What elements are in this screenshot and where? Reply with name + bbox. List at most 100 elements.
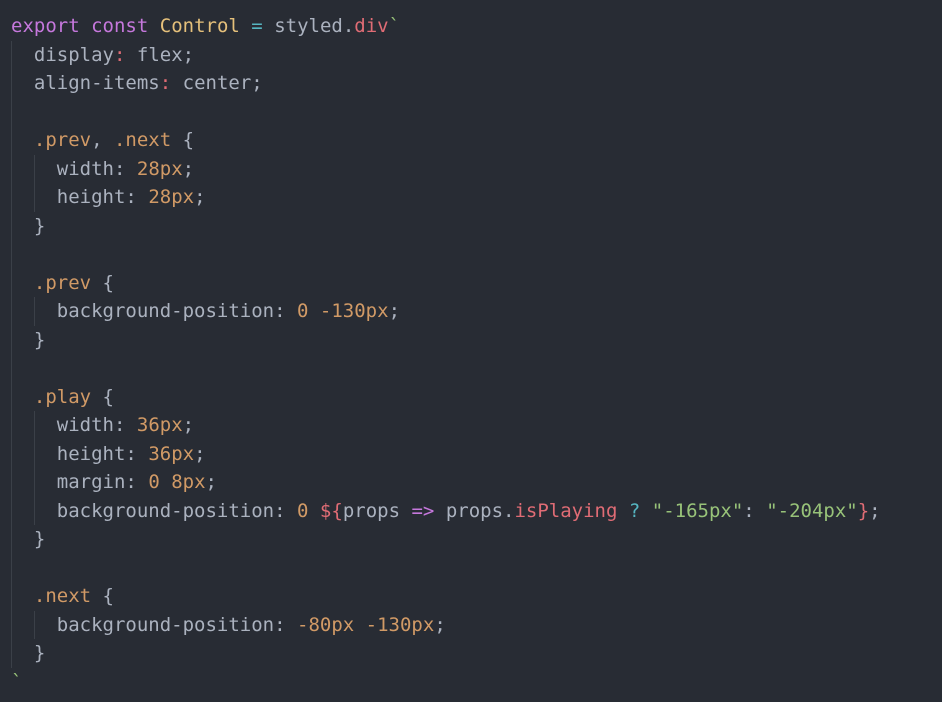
close-brace: } [33,528,46,550]
code-line-24: ` [0,668,942,697]
code-line-4 [0,97,942,126]
css-property: width [56,157,114,180]
open-brace: { [102,385,114,408]
css-selector-prev: .prev [33,271,92,294]
css-value: -130px [319,300,389,322]
ternary-colon: : [743,499,755,522]
colon: : [125,186,137,208]
dot: . [342,15,355,37]
css-selector-play: .play [33,385,92,408]
is-playing-member: isPlaying [514,499,618,522]
semicolon: ; [194,442,206,465]
indent-guide [11,525,12,554]
code-line-12: } [0,325,942,354]
indent-guide [11,154,12,183]
semicolon: ; [388,300,401,322]
props-object: props [445,499,504,522]
comma: , [91,129,114,151]
indent-guide [34,610,35,639]
indent-guide [11,183,12,212]
component-name: Control [159,15,240,37]
template-close: ` [11,670,23,693]
indent-guide [11,297,12,326]
code-line-11: background-position: 0 -130px; [0,297,942,326]
css-property: width [56,414,114,436]
css-value: center [182,72,252,94]
css-property: height [56,186,126,208]
css-value: 0 [297,499,309,522]
semicolon: ; [251,72,263,94]
indent-guide [11,268,12,297]
dot: . [503,499,515,522]
semicolon: ; [182,43,195,66]
css-value: 28px [148,186,195,208]
colon: : [113,43,126,66]
indent-guide [34,439,35,468]
indent-guide [11,325,12,354]
semicolon: ; [869,499,881,522]
indent-guide [34,468,35,497]
css-value: -130px [365,613,435,636]
string-value: "-165px" [651,499,744,522]
colon: : [159,72,172,94]
colon: : [274,499,286,522]
indent-guide [11,582,12,611]
colon: : [274,300,286,322]
css-value: 8px [171,471,206,493]
semicolon: ; [182,414,195,436]
code-line-3: align-items: center; [0,69,942,98]
open-brace: { [102,271,114,294]
code-line-14: .play { [0,382,942,411]
code-line-10: .prev { [0,268,942,297]
indent-guide [34,154,35,183]
css-selector-next: .next [33,585,92,607]
interpolation-close: } [857,499,870,522]
indent-guide [11,411,12,440]
open-brace: { [102,585,114,607]
css-value: flex [136,43,183,66]
indent-guide [11,468,12,497]
indent-guide [11,553,12,582]
ternary-question: ? [628,499,641,522]
code-editor[interactable]: export const Control = styled.div` displ… [0,0,942,702]
indent-guide [11,97,12,126]
css-property: height [56,442,126,465]
indent-guide [11,211,12,240]
semicolon: ; [194,186,206,208]
semicolon: ; [182,157,195,180]
colon: : [125,442,137,465]
code-line-21: .next { [0,582,942,611]
code-line-6: width: 28px; [0,154,942,183]
code-line-16: height: 36px; [0,439,942,468]
assign-operator: = [251,15,263,37]
colon: : [113,157,126,180]
indent-guide [34,183,35,212]
code-line-22: background-position: -80px -130px; [0,610,942,639]
css-value: 36px [136,414,183,436]
open-brace: { [182,129,195,151]
styled-object: styled [274,15,343,37]
code-line-7: height: 28px; [0,183,942,212]
indent-guide [11,639,12,668]
indent-guide [11,69,12,98]
string-value: "-204px" [766,499,858,522]
indent-guide [11,240,12,269]
template-open: ` [388,15,401,37]
semicolon: ; [434,613,446,636]
code-line-2: display: flex; [0,40,942,69]
code-line-8: } [0,211,942,240]
code-line-13 [0,354,942,383]
indent-guide [34,496,35,525]
code-line-18: background-position: 0 ${props => props.… [0,496,942,525]
css-property: margin [56,471,126,493]
indent-guide [11,610,12,639]
css-property: background-position [56,499,275,522]
close-brace: } [33,642,46,664]
arrow-param: props [342,499,401,522]
css-value: 36px [148,442,195,465]
css-value: -80px [297,613,355,636]
css-selector-next: .next [113,129,172,151]
colon: : [125,471,137,493]
interpolation-open: ${ [319,499,343,522]
close-brace: } [33,214,46,237]
